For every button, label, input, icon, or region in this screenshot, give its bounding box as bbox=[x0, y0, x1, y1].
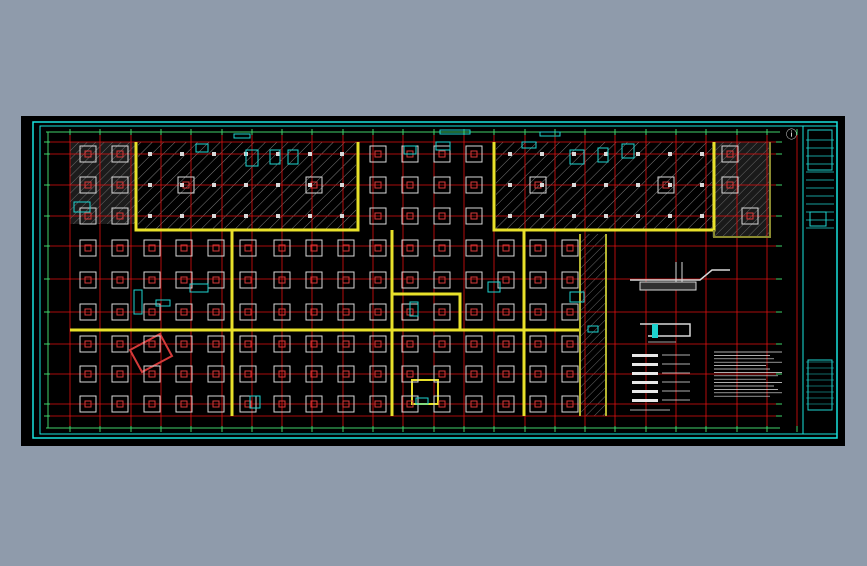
column-marker bbox=[180, 183, 184, 187]
column-marker bbox=[212, 152, 216, 156]
north-logo: ⓘ bbox=[786, 128, 797, 141]
column-marker bbox=[244, 214, 248, 218]
column-marker bbox=[668, 183, 672, 187]
legend-swatch bbox=[632, 354, 658, 357]
column-marker bbox=[148, 152, 152, 156]
column-marker bbox=[308, 183, 312, 187]
column-marker bbox=[540, 214, 544, 218]
column-marker bbox=[700, 152, 704, 156]
column-marker bbox=[276, 152, 280, 156]
column-marker bbox=[340, 152, 344, 156]
column-marker bbox=[244, 183, 248, 187]
column-marker bbox=[508, 152, 512, 156]
column-marker bbox=[636, 214, 640, 218]
column-marker bbox=[668, 214, 672, 218]
column-marker bbox=[604, 152, 608, 156]
column-marker bbox=[508, 183, 512, 187]
column-marker bbox=[340, 214, 344, 218]
column-marker bbox=[572, 152, 576, 156]
column-marker bbox=[148, 183, 152, 187]
legend-swatch bbox=[632, 399, 658, 402]
legend-swatch bbox=[632, 363, 658, 366]
column-marker bbox=[308, 152, 312, 156]
column-marker bbox=[700, 214, 704, 218]
foundation-plan-drawing: ⓘ bbox=[21, 116, 845, 446]
column-marker bbox=[340, 183, 344, 187]
column-marker bbox=[212, 183, 216, 187]
column-marker bbox=[636, 183, 640, 187]
column-marker bbox=[180, 214, 184, 218]
cad-viewport: ⓘ bbox=[0, 0, 867, 562]
column-marker bbox=[668, 152, 672, 156]
column-marker bbox=[212, 214, 216, 218]
column-marker bbox=[572, 183, 576, 187]
column-marker bbox=[276, 183, 280, 187]
legend-swatch bbox=[632, 381, 658, 384]
column-marker bbox=[508, 214, 512, 218]
column-marker bbox=[604, 183, 608, 187]
column-marker bbox=[180, 152, 184, 156]
column-marker bbox=[604, 214, 608, 218]
column-marker bbox=[276, 214, 280, 218]
column-marker bbox=[540, 183, 544, 187]
column-marker bbox=[636, 152, 640, 156]
column-marker bbox=[572, 214, 576, 218]
column-marker bbox=[700, 183, 704, 187]
column-marker bbox=[540, 152, 544, 156]
column-marker bbox=[308, 214, 312, 218]
column-marker bbox=[148, 214, 152, 218]
legend-swatch bbox=[632, 390, 658, 393]
legend-swatch bbox=[632, 372, 658, 375]
